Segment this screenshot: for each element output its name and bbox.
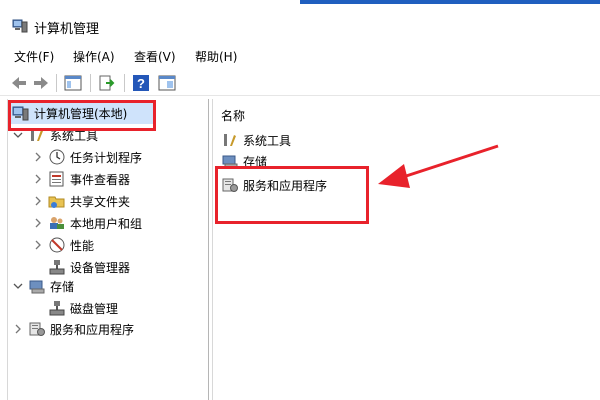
tree-item-event-viewer[interactable]: 事件查看器 — [32, 169, 130, 189]
tree-node-label: 磁盘管理 — [70, 301, 119, 316]
disk-management-icon — [49, 301, 65, 316]
tree-item-device-manager[interactable]: 设备管理器 — [48, 257, 130, 277]
tree-item-services-applications[interactable]: 服务和应用程序 — [12, 319, 134, 339]
title-bar: 计算机管理 — [0, 6, 600, 40]
tree-node-label: 任务计划程序 — [70, 150, 143, 165]
annotation-highlight-box — [8, 100, 156, 131]
list-item-system-tools[interactable]: 系统工具 — [221, 130, 291, 150]
taskbar-edge — [0, 0, 600, 4]
system-tools-icon — [224, 134, 236, 146]
users-icon — [50, 217, 64, 229]
tree-node-label: 设备管理器 — [70, 260, 131, 275]
toolbar: ? — [0, 70, 600, 96]
console-tree-pane: 计算机管理(本地) 系统工具 任务计划程序 事件查看器 共享文件夹 本地用户和组… — [7, 99, 209, 400]
chevron-right-icon[interactable] — [32, 151, 44, 163]
forward-arrow-icon[interactable] — [32, 74, 50, 92]
column-header-name[interactable]: 名称 — [221, 107, 245, 124]
svg-text:?: ? — [137, 76, 145, 91]
properties-icon[interactable] — [158, 74, 176, 92]
annotation-highlight-box — [215, 166, 369, 224]
toolbar-separator — [90, 74, 91, 92]
chevron-down-icon[interactable] — [12, 280, 24, 292]
computer-management-icon — [12, 19, 28, 33]
menu-view[interactable]: 查看(V) — [134, 48, 176, 65]
export-list-icon[interactable] — [98, 74, 116, 92]
tree-item-disk-management[interactable]: 磁盘管理 — [48, 298, 118, 318]
tree-item-storage[interactable]: 存储 — [12, 276, 74, 296]
tree-item-task-scheduler[interactable]: 任务计划程序 — [32, 147, 142, 167]
back-arrow-icon[interactable] — [10, 74, 28, 92]
menu-action[interactable]: 操作(A) — [73, 48, 115, 65]
tree-node-label: 服务和应用程序 — [50, 322, 135, 337]
clock-icon — [49, 149, 65, 165]
tree-node-label: 存储 — [50, 279, 75, 294]
chevron-right-icon[interactable] — [12, 323, 24, 335]
event-viewer-icon — [49, 171, 64, 187]
tree-item-shared-folders[interactable]: 共享文件夹 — [32, 191, 130, 211]
tree-node-label: 性能 — [70, 238, 95, 253]
annotation-arrow — [378, 144, 499, 188]
chevron-right-icon[interactable] — [32, 217, 44, 229]
tree-item-local-users-groups[interactable]: 本地用户和组 — [32, 213, 142, 233]
menu-help[interactable]: 帮助(H) — [195, 48, 237, 65]
tree-item-performance[interactable]: 性能 — [32, 235, 94, 255]
list-item-label: 系统工具 — [243, 133, 292, 148]
services-icon — [29, 322, 45, 336]
device-manager-icon — [49, 260, 65, 275]
menu-bar: 文件(F) 操作(A) 查看(V) 帮助(H) — [0, 44, 600, 68]
chevron-right-icon[interactable] — [32, 195, 44, 207]
tree-node-label: 本地用户和组 — [70, 216, 143, 231]
chevron-right-icon[interactable] — [32, 239, 44, 251]
window-title: 计算机管理 — [34, 22, 100, 37]
shared-folder-icon — [48, 196, 65, 208]
tree-node-label: 共享文件夹 — [70, 194, 131, 209]
performance-icon — [49, 237, 65, 253]
help-icon[interactable]: ? — [132, 74, 150, 92]
chevron-right-icon[interactable] — [32, 173, 44, 185]
storage-icon — [29, 280, 45, 294]
toolbar-separator — [124, 74, 125, 92]
menu-file[interactable]: 文件(F) — [14, 48, 54, 65]
tree-node-label: 事件查看器 — [70, 172, 131, 187]
toolbar-separator — [56, 74, 57, 92]
console-tree-icon[interactable] — [64, 74, 82, 92]
